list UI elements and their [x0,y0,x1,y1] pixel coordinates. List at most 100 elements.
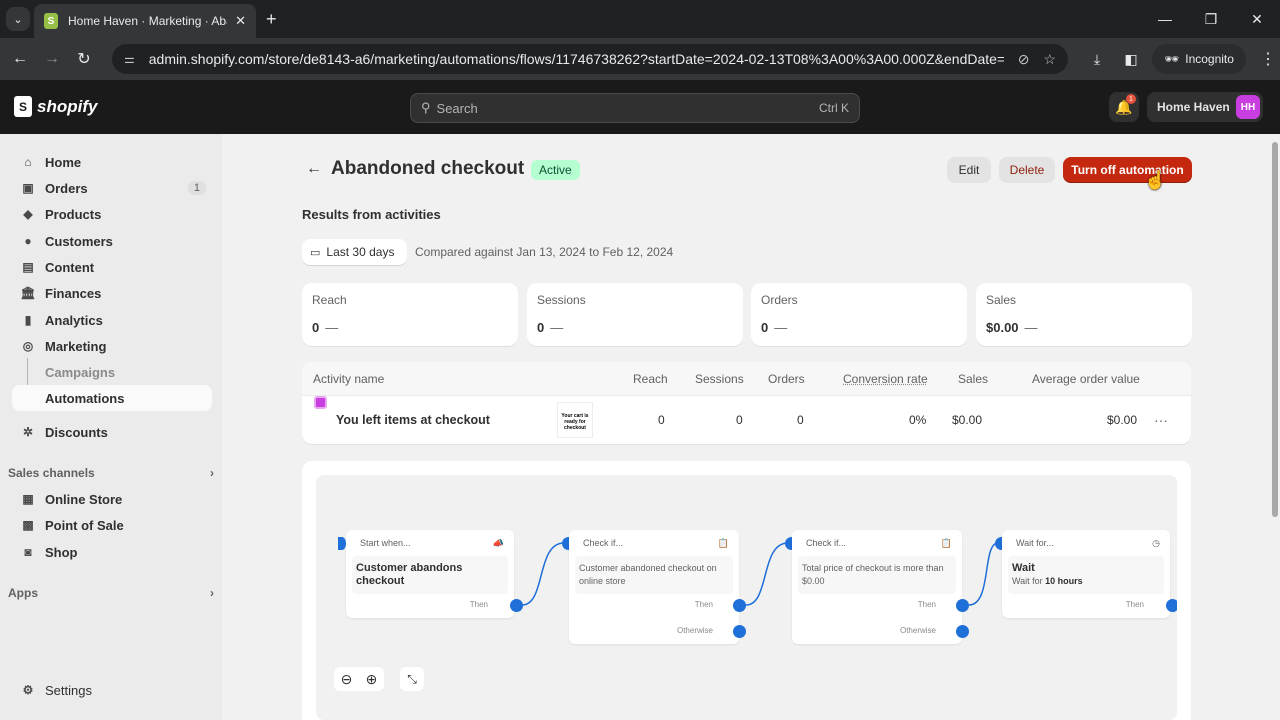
sidebar-item-orders[interactable]: ▣ Orders 1 [12,175,212,201]
sidebar-item-content[interactable]: ▤ Content [12,254,212,280]
sidebar-item-automations[interactable]: Automations [12,385,212,411]
search-input[interactable]: ⚲ Search Ctrl K [410,93,860,123]
new-tab-button[interactable]: + [266,9,277,30]
reload-icon[interactable]: ↻ [68,49,100,69]
megaphone-icon: 📣 [492,537,504,548]
cell-sales: $0.00 [952,413,983,427]
start-marker [338,537,346,550]
minimize-icon[interactable]: — [1142,0,1188,38]
sidebar-item-finances[interactable]: 🏛 Finances [12,280,212,306]
incognito-badge[interactable]: 🕶 Incognito [1152,44,1246,74]
site-info-icon[interactable]: ⚌ [124,52,135,66]
shopify-favicon-icon: S [44,13,58,29]
date-range-label: Last 30 days [326,245,395,259]
zoom-in-icon[interactable]: ⊕ [366,671,378,688]
restore-icon[interactable]: ❐ [1188,0,1234,38]
port-then[interactable] [510,599,523,612]
flow-node-check-1[interactable]: Check if... 📋 Customer abandoned checkout… [569,530,739,644]
sidebar-item-campaigns[interactable]: Campaigns [12,359,212,385]
tab-title: Home Haven · Marketing · Abandoned check… [68,14,227,28]
cell-reach: 0 [658,413,665,427]
browser-menu-icon[interactable]: ⋮ [1260,49,1276,69]
sidebar-item-marketing[interactable]: ◎ Marketing [12,333,212,359]
port-then[interactable] [733,599,746,612]
back-arrow-icon[interactable]: ← [306,160,322,178]
back-icon[interactable]: ← [4,50,36,68]
cell-conversion-rate: 0% [909,413,927,427]
search-shortcut: Ctrl K [819,101,849,115]
turn-off-automation-button[interactable]: Turn off automation [1063,157,1192,183]
more-actions-icon[interactable]: ··· [1154,396,1168,444]
nav-label: Finances [45,285,102,301]
collapse-icon: ⤡ [407,671,417,686]
page-scrollbar[interactable] [1270,134,1280,720]
node-header: Wait for... [1016,538,1054,548]
url-text[interactable]: admin.shopify.com/store/de8143-a6/market… [149,51,1004,67]
activity-name[interactable]: You left items at checkout [336,396,490,444]
node-header: Start when... [360,538,411,548]
connector-2 [745,542,789,606]
column-header: Reach [633,372,668,386]
sidebar-item-point-of-sale[interactable]: ▩ Point of Sale [12,512,212,538]
notifications-button[interactable]: 🔔 1 [1109,92,1139,122]
flow-node-trigger[interactable]: Start when... 📣 Customer abandons checkou… [346,530,514,618]
tab-search-button[interactable]: ⌄ [6,7,30,31]
edit-button[interactable]: Edit [947,157,991,183]
url-bar[interactable]: ⚌ admin.shopify.com/store/de8143-a6/mark… [112,44,1068,74]
fit-view-button[interactable]: ⤡ [400,667,424,691]
table-row[interactable]: You left items at checkout Your cart is … [302,396,1191,444]
metric-change: — [550,320,564,335]
flow-node-check-2[interactable]: Check if... 📋 Total price of checkout is … [792,530,962,644]
shopify-logo[interactable]: S shopify [14,96,97,117]
port-label: Otherwise [899,626,936,635]
incognito-icon: 🕶 [1164,52,1180,66]
close-window-icon[interactable]: ✕ [1234,0,1280,38]
flow-node-wait[interactable]: Wait for... ◷ Wait Wait for 10 hours Then [1002,530,1170,618]
sales-channels-header[interactable]: Sales channels › [8,466,214,480]
sidebar-item-home[interactable]: ⌂ Home [12,149,212,175]
delete-button[interactable]: Delete [999,157,1055,183]
column-header[interactable]: Conversion rate [843,362,928,396]
eye-off-icon[interactable]: ⊘ [1018,51,1030,68]
sidebar-item-shop[interactable]: ◙ Shop [12,539,212,565]
sidebar: ⌂ Home ▣ Orders 1 ◆ Products ● Customers ▤ Con… [0,134,222,720]
sidebar-item-customers[interactable]: ● Customers [12,228,212,254]
bar-chart-icon: ▮ [24,313,32,327]
sidebar-item-analytics[interactable]: ▮ Analytics [12,307,212,333]
metric-label: Sales [986,293,1017,307]
browser-tab[interactable]: S Home Haven · Marketing · Abandoned che… [34,4,256,38]
node-title: Wait [1012,562,1035,574]
sidebar-item-products[interactable]: ◆ Products [12,201,212,227]
apps-header[interactable]: Apps › [8,586,214,600]
metric-value: 0 [312,320,320,335]
nav-label: Home [45,154,82,170]
port-otherwise[interactable] [733,625,746,638]
pos-icon: ▩ [22,518,34,532]
port-otherwise[interactable] [956,625,969,638]
node-body: Wait for [1012,576,1046,586]
sidebar-item-discounts[interactable]: ✲ Discounts [12,419,212,445]
scrollbar-thumb[interactable] [1272,142,1278,517]
workflow-canvas[interactable]: Start when... 📣 Customer abandons checkou… [316,475,1177,720]
nav-label: Settings [45,682,92,698]
forward-icon[interactable]: → [36,50,68,68]
sidebar-item-settings[interactable]: ⚙ Settings [12,677,212,703]
port-then[interactable] [956,599,969,612]
date-range-button[interactable]: ▭ Last 30 days [302,239,407,265]
sidebar-item-online-store[interactable]: ▦ Online Store [12,486,212,512]
gear-icon: ⚙ [22,683,34,697]
close-tab-icon[interactable]: ✕ [235,13,246,29]
shopify-top-bar: S shopify ⚲ Search Ctrl K 🔔 1 Home Haven… [0,80,1280,134]
zoom-out-icon[interactable]: ⊖ [341,671,353,688]
side-panel-icon[interactable]: ◧ [1114,51,1148,68]
node-title: Customer abandons checkout [356,562,463,587]
connector-1 [521,542,565,606]
download-icon[interactable]: ⤓ [1080,51,1114,68]
store-menu-button[interactable]: Home Haven HH [1147,92,1263,122]
star-icon[interactable]: ☆ [1043,51,1056,68]
port-label: Then [1125,600,1144,609]
results-heading: Results from activities [302,207,441,222]
port-then[interactable] [1166,599,1177,612]
port-label: Otherwise [676,626,713,635]
node-body: Total price of checkout is more than $0.… [798,556,956,594]
